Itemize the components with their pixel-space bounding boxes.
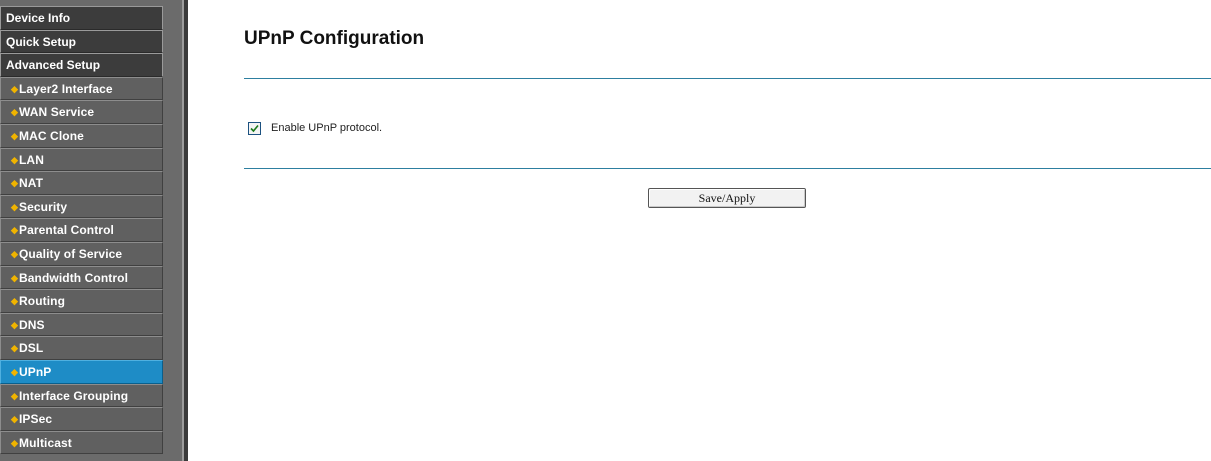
diamond-bullet-icon: ◆ — [11, 272, 19, 283]
sidebar-menu: Device Info Quick Setup Advanced Setup ◆… — [0, 6, 163, 455]
sidebar-item-mac-clone[interactable]: ◆MAC Clone — [0, 123, 163, 148]
checkmark-icon — [250, 124, 259, 132]
sidebar-item-quick-setup[interactable]: Quick Setup — [0, 29, 163, 54]
save-apply-button[interactable]: Save/Apply — [648, 188, 806, 208]
diamond-bullet-icon: ◆ — [11, 390, 19, 401]
diamond-bullet-icon: ◆ — [11, 225, 19, 236]
sidebar-item-upnp[interactable]: ◆UPnP — [0, 359, 163, 384]
sidebar-item-label: Layer2 Interface — [19, 81, 113, 96]
router-admin-page: Device Info Quick Setup Advanced Setup ◆… — [0, 0, 1211, 461]
sidebar-item-multicast[interactable]: ◆Multicast — [0, 430, 163, 455]
enable-upnp-checkbox[interactable] — [248, 121, 261, 135]
diamond-bullet-icon: ◆ — [11, 248, 19, 259]
diamond-bullet-icon: ◆ — [11, 296, 19, 307]
diamond-bullet-icon: ◆ — [11, 343, 19, 354]
sidebar-item-quality-of-service[interactable]: ◆Quality of Service — [0, 241, 163, 266]
sidebar-item-label: MAC Clone — [19, 128, 84, 143]
sidebar-item-security[interactable]: ◆Security — [0, 194, 163, 219]
content-panel — [196, 8, 1211, 461]
enable-upnp-label: Enable UPnP protocol. — [271, 122, 383, 134]
sidebar-item-label: DSL — [19, 341, 44, 356]
sidebar-item-bandwidth-control[interactable]: ◆Bandwidth Control — [0, 265, 163, 290]
sidebar-item-label: Routing — [19, 294, 66, 309]
sidebar-item-label: Interface Grouping — [19, 388, 129, 403]
sidebar-item-label: DNS — [19, 317, 45, 332]
diamond-bullet-icon: ◆ — [11, 154, 19, 165]
sidebar-item-label: Multicast — [19, 435, 72, 450]
upnp-option-row: Enable UPnP protocol. — [248, 121, 382, 135]
sidebar-item-label: NAT — [19, 176, 44, 191]
diamond-bullet-icon: ◆ — [11, 107, 19, 118]
sidebar-item-label: Device Info — [6, 11, 71, 25]
sidebar-item-interface-grouping[interactable]: ◆Interface Grouping — [0, 383, 163, 408]
sidebar-item-label: Quality of Service — [19, 246, 123, 261]
main-content: UPnP Configuration Enable UPnP protocol.… — [188, 0, 1211, 461]
sidebar-item-layer2-interface[interactable]: ◆Layer2 Interface — [0, 76, 163, 101]
diamond-bullet-icon: ◆ — [11, 366, 19, 377]
sidebar-item-label: Bandwidth Control — [19, 270, 129, 285]
sidebar-item-ipsec[interactable]: ◆IPSec — [0, 407, 163, 431]
sidebar-nav: Device Info Quick Setup Advanced Setup ◆… — [0, 0, 188, 461]
sidebar-item-label: Security — [19, 199, 68, 214]
sidebar-item-routing[interactable]: ◆Routing — [0, 289, 163, 313]
sidebar-item-label: Quick Setup — [6, 34, 77, 49]
diamond-bullet-icon: ◆ — [11, 83, 19, 94]
diamond-bullet-icon: ◆ — [11, 130, 19, 141]
diamond-bullet-icon: ◆ — [11, 437, 19, 448]
sidebar-item-label: UPnP — [19, 364, 52, 379]
sidebar-item-dns[interactable]: ◆DNS — [0, 312, 163, 337]
sidebar-item-parental-control[interactable]: ◆Parental Control — [0, 218, 163, 242]
divider-top — [244, 78, 1211, 79]
sidebar-item-lan[interactable]: ◆LAN — [0, 147, 163, 172]
sidebar-item-label: LAN — [19, 152, 44, 167]
sidebar-item-label: WAN Service — [19, 105, 95, 120]
sidebar-item-dsl[interactable]: ◆DSL — [0, 336, 163, 360]
sidebar-item-wan-service[interactable]: ◆WAN Service — [0, 100, 163, 124]
diamond-bullet-icon: ◆ — [11, 414, 19, 425]
divider-bottom — [244, 168, 1211, 169]
page-title: UPnP Configuration — [244, 28, 425, 49]
sidebar-item-label: IPSec — [19, 412, 53, 427]
diamond-bullet-icon: ◆ — [11, 201, 19, 212]
diamond-bullet-icon: ◆ — [11, 178, 19, 189]
sidebar-item-label: Advanced Setup — [6, 58, 101, 73]
sidebar-item-nat[interactable]: ◆NAT — [0, 171, 163, 195]
sidebar-item-advanced-setup[interactable]: Advanced Setup — [0, 53, 163, 77]
sidebar-item-label: Parental Control — [19, 223, 114, 238]
sidebar-item-device-info[interactable]: Device Info — [0, 6, 163, 30]
diamond-bullet-icon: ◆ — [11, 319, 19, 330]
